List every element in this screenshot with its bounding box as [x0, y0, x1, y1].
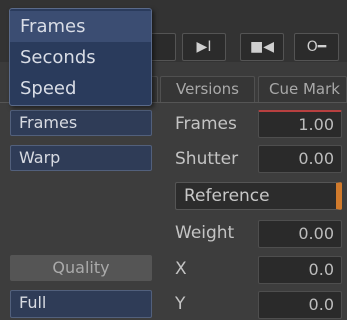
reference-button[interactable]: Reference — [175, 182, 342, 210]
y-label: Y — [175, 294, 186, 314]
quality-select[interactable]: Full — [10, 290, 152, 318]
frames-label: Frames — [175, 114, 237, 134]
step-forward-button[interactable]: ▶I — [182, 33, 226, 61]
key-icon: O━ — [306, 39, 327, 55]
menu-item-speed[interactable]: Speed — [10, 73, 151, 104]
quality-label: Quality — [10, 255, 152, 281]
step-forward-icon: ▶I — [196, 39, 212, 55]
tab-versions[interactable]: Versions — [160, 76, 255, 102]
step-back-button[interactable]: ■◀ — [240, 33, 284, 61]
units-dropdown-menu: Frames Seconds Speed — [9, 8, 152, 106]
x-field[interactable]: 0.0 — [258, 256, 342, 284]
step-back-icon: ■◀ — [250, 39, 274, 55]
method-select[interactable]: Warp — [10, 145, 152, 171]
key-button[interactable]: O━ — [294, 33, 339, 61]
shutter-field[interactable]: 0.00 — [258, 145, 342, 173]
y-field[interactable]: 0.0 — [258, 291, 342, 319]
menu-item-seconds[interactable]: Seconds — [10, 42, 151, 73]
weight-field[interactable]: 0.00 — [258, 220, 342, 248]
shutter-label: Shutter — [175, 149, 239, 169]
x-label: X — [175, 259, 187, 279]
reference-label: Reference — [184, 186, 270, 206]
tab-cue-mark[interactable]: Cue Mark — [258, 76, 347, 102]
mode-select[interactable]: Frames — [10, 110, 152, 136]
weight-label: Weight — [175, 223, 235, 243]
menu-item-frames[interactable]: Frames — [10, 11, 151, 42]
frames-field[interactable]: 1.00 — [258, 110, 342, 138]
